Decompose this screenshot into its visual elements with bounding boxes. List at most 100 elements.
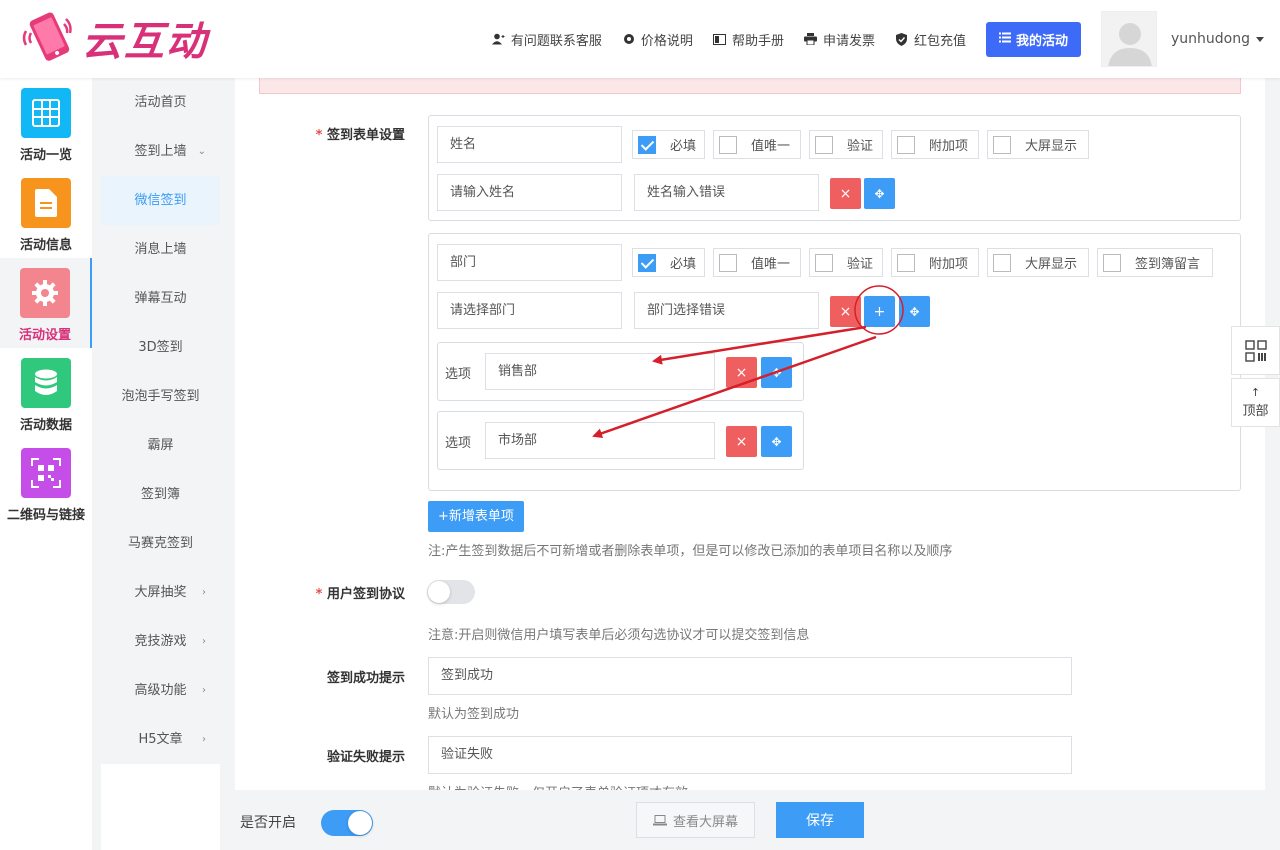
sub-item-advanced[interactable]: 高级功能 › [101, 666, 220, 715]
fail-tip-input[interactable]: 验证失败 [428, 736, 1072, 774]
checkbox-checked-icon [638, 135, 656, 154]
sidebar-item-qrcode[interactable]: 二维码与链接 [0, 438, 92, 528]
sub-item-label: 活动首页 [134, 95, 187, 110]
checkbox-verify[interactable]: 验证 [809, 130, 883, 159]
laptop-icon [652, 814, 667, 826]
add-form-field-button[interactable]: +新增表单项 [428, 501, 524, 532]
sub-item-h5[interactable]: H5文章 › [101, 715, 220, 764]
enable-toggle[interactable] [321, 810, 373, 836]
save-button[interactable]: 保存 [776, 802, 864, 838]
sub-item-bubble-signin[interactable]: 泡泡手写签到 [101, 372, 220, 421]
delete-option-button[interactable]: × [726, 426, 757, 457]
checkbox-required[interactable]: 必填 [632, 248, 705, 277]
my-activity-button[interactable]: 我的活动 [985, 21, 1081, 57]
sub-item-label: 3D签到 [138, 340, 183, 355]
label-text: 用户签到协议 [326, 587, 405, 602]
back-to-top-button[interactable]: ↑ 顶部 [1231, 378, 1280, 427]
required-mark: * [315, 128, 327, 143]
checkbox-guestbook[interactable]: 签到簿留言 [1097, 248, 1213, 277]
checkbox-verify[interactable]: 验证 [809, 248, 883, 277]
checkbox-required[interactable]: 必填 [632, 130, 705, 159]
chevron-right-icon: › [202, 636, 206, 647]
sub-item-lottery[interactable]: 大屏抽奖 › [101, 568, 220, 617]
form-field-department: 部门 必填 值唯一 验证 附加项 大屏显示 签到簿留言 请选择部门 部门选择错误… [428, 233, 1241, 491]
redpack-label: 红包充值 [913, 33, 966, 49]
support-link[interactable]: 有问题联系客服 [492, 30, 602, 49]
view-screen-button[interactable]: 查看大屏幕 [636, 802, 755, 838]
qrcode-float-button[interactable] [1231, 326, 1280, 375]
shield-check-icon [895, 32, 909, 46]
manual-link[interactable]: 帮助手册 [713, 30, 784, 49]
checkbox-label: 必填 [670, 139, 697, 154]
sub-item-mosaic[interactable]: 马赛克签到 [101, 519, 220, 568]
grid-icon [21, 88, 71, 138]
sub-item-signin-wall[interactable]: 签到上墙 ⌄ [101, 127, 220, 176]
sub-item-label: 弹幕互动 [134, 291, 187, 306]
brand-name: 云互动 [82, 19, 208, 65]
pricing-link[interactable]: 价格说明 [622, 30, 693, 49]
checkbox-screen-display[interactable]: 大屏显示 [987, 130, 1089, 159]
field-placeholder-input[interactable]: 请输入姓名 [437, 174, 622, 211]
checkbox-label: 大屏显示 [1025, 257, 1078, 272]
sub-item-3d-signin[interactable]: 3D签到 [101, 323, 220, 372]
user-menu[interactable]: yunhudong [1171, 31, 1264, 47]
sub-item-games[interactable]: 竞技游戏 › [101, 617, 220, 666]
checkbox-extra[interactable]: 附加项 [891, 130, 979, 159]
gear-small-icon [622, 32, 636, 46]
sub-item-home[interactable]: 活动首页 [101, 78, 220, 127]
chevron-down-icon: ⌄ [197, 146, 206, 157]
checkbox-icon [719, 135, 737, 154]
move-icon[interactable]: ✥ [864, 178, 895, 209]
gear-icon [20, 268, 70, 318]
toggle-knob [348, 811, 372, 835]
toggle-knob [428, 581, 450, 603]
sub-item-label: 大屏抽奖 [134, 585, 187, 600]
option-input[interactable]: 市场部 [485, 422, 715, 459]
checkbox-icon [993, 253, 1011, 272]
avatar[interactable] [1101, 11, 1157, 67]
invoice-link[interactable]: 申请发票 [804, 30, 875, 49]
delete-field-button[interactable]: × [830, 296, 861, 327]
field-error-input[interactable]: 姓名输入错误 [634, 174, 819, 211]
database-icon [21, 358, 71, 408]
sidebar-item-settings[interactable]: 活动设置 [0, 258, 92, 348]
fail-tip-label: 验证失败提示 [326, 750, 405, 765]
checkbox-screen-display[interactable]: 大屏显示 [987, 248, 1089, 277]
arrow-up-icon: ↑ [1250, 386, 1261, 399]
delete-field-button[interactable]: × [830, 178, 861, 209]
checkbox-label: 签到簿留言 [1135, 257, 1201, 272]
signin-form-label: * 签到表单设置 [235, 124, 405, 143]
sub-item-label: 消息上墙 [134, 242, 187, 257]
move-icon[interactable]: ✥ [899, 296, 930, 327]
sub-item-danmaku[interactable]: 弹幕互动 [101, 274, 220, 323]
sub-item-signin-book[interactable]: 签到簿 [101, 470, 220, 519]
book-icon [713, 32, 727, 46]
field-error-input[interactable]: 部门选择错误 [634, 292, 819, 329]
option-input[interactable]: 销售部 [485, 353, 715, 390]
sub-item-label: 签到上墙 [134, 144, 187, 159]
field-name-input[interactable]: 部门 [437, 244, 622, 281]
brand-logo[interactable]: 云互动 [20, 8, 208, 68]
sidebar-label: 活动设置 [18, 328, 71, 343]
add-field-note: 注:产生签到数据后不可新增或者删除表单项，但是可以修改已添加的表单项目名称以及顺… [428, 544, 953, 559]
agreement-toggle[interactable] [427, 580, 475, 604]
move-icon[interactable]: ✥ [761, 426, 792, 457]
checkbox-unique[interactable]: 值唯一 [713, 130, 801, 159]
qrcode-icon [21, 448, 71, 498]
redpack-link[interactable]: 红包充值 [895, 30, 966, 49]
delete-option-button[interactable]: × [726, 357, 757, 388]
sub-item-fullscreen[interactable]: 霸屏 [101, 421, 220, 470]
sub-item-wechat-signin[interactable]: 微信签到 [101, 176, 220, 225]
sidebar-item-data[interactable]: 活动数据 [0, 348, 92, 438]
sidebar-item-overview[interactable]: 活动一览 [0, 78, 92, 168]
move-icon[interactable]: ✥ [761, 357, 792, 388]
checkbox-unique[interactable]: 值唯一 [713, 248, 801, 277]
field-placeholder-input[interactable]: 请选择部门 [437, 292, 622, 329]
sub-item-label: 竞技游戏 [134, 634, 187, 649]
sub-item-message-wall[interactable]: 消息上墙 [101, 225, 220, 274]
success-tip-input[interactable]: 签到成功 [428, 657, 1072, 695]
checkbox-extra[interactable]: 附加项 [891, 248, 979, 277]
add-option-button[interactable]: + [864, 296, 895, 327]
field-name-input[interactable]: 姓名 [437, 126, 622, 163]
sidebar-item-info[interactable]: 活动信息 [0, 168, 92, 258]
